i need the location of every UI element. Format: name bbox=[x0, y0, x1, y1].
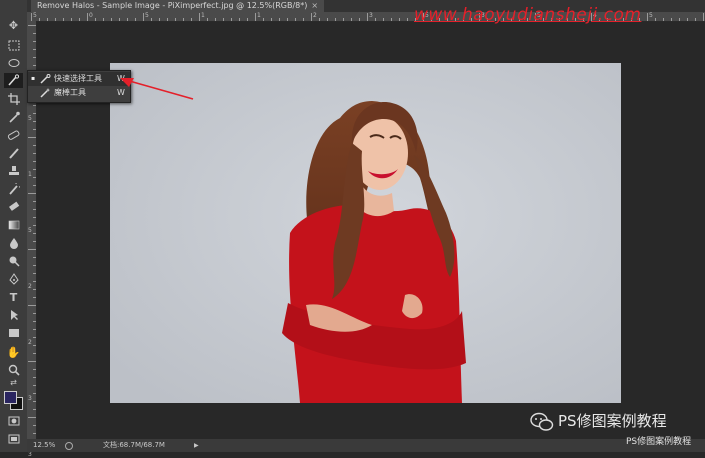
ruler-label: 3 bbox=[28, 451, 32, 458]
document-info: 文档:68.7M/68.7M bbox=[103, 441, 165, 449]
status-menu-arrow[interactable]: ▶ bbox=[194, 439, 199, 452]
wechat-icon bbox=[530, 412, 554, 431]
zoom-level[interactable]: 12.5% bbox=[33, 439, 55, 452]
wechat-account-name: PS修图案例教程 bbox=[558, 412, 667, 430]
status-circle-icon bbox=[65, 442, 73, 450]
annotation-arrow bbox=[120, 78, 194, 100]
watermark-url: www.haoyudiansheji.com bbox=[414, 5, 642, 25]
wechat-watermark: PS修图案例教程 PS修图案例教程 bbox=[528, 410, 703, 450]
wechat-account-subtitle: PS修图案例教程 bbox=[626, 437, 692, 447]
